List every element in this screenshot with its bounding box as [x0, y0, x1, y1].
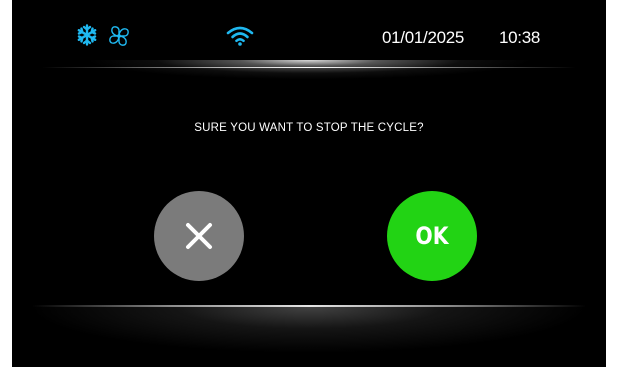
confirm-message: SURE YOU WANT TO STOP THE CYCLE?: [194, 122, 424, 134]
ok-button[interactable]: OK: [387, 191, 477, 281]
close-icon: [186, 223, 212, 249]
fan-icon: [109, 26, 129, 46]
footer-glow: [12, 307, 606, 367]
ok-button-label: OK: [415, 222, 449, 250]
wifi-icon: [226, 26, 254, 46]
touch-screen: 01/01/2025 10:38 SURE YOU WANT TO STOP T…: [12, 0, 606, 367]
cancel-button[interactable]: [154, 191, 244, 281]
status-time: 10:38: [499, 28, 541, 47]
header-divider: [42, 67, 576, 68]
status-date: 01/01/2025: [382, 28, 465, 47]
header-glow: [32, 60, 586, 100]
snowflake-icon: [77, 24, 97, 46]
